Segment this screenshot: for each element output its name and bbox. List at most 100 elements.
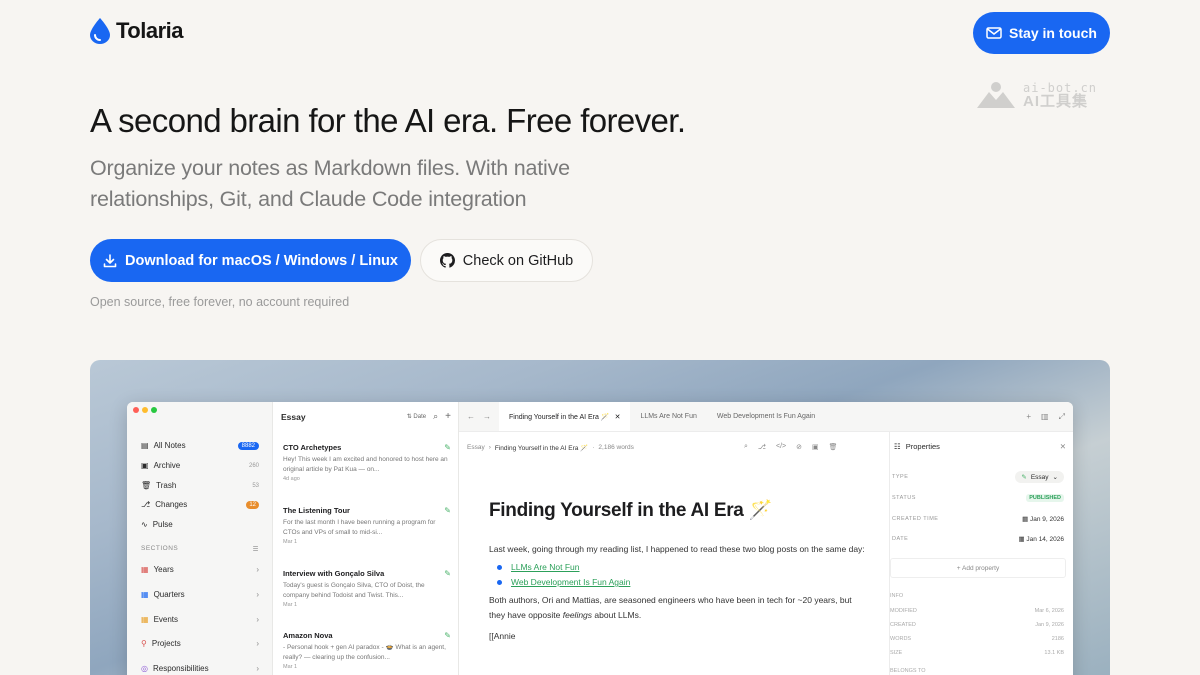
property-value: Jan 9, 2026 bbox=[1030, 516, 1064, 523]
link-icon[interactable]: ⊘ bbox=[796, 443, 802, 451]
mail-icon bbox=[986, 27, 1002, 39]
info-row: WORDS 2186 bbox=[890, 636, 1064, 642]
property-key: CREATED TIME bbox=[892, 516, 939, 522]
branch-icon[interactable]: ⎇ bbox=[758, 443, 766, 451]
wiki-link[interactable]: Web Development Is Fun Again bbox=[511, 575, 630, 590]
top-nav: Tolaria Stay in touch ai-bot.cn AI工具集 bbox=[0, 0, 1200, 109]
sidebar-item-all-notes[interactable]: ▤ All Notes 8882 bbox=[141, 441, 259, 450]
type-select[interactable]: ✎ Essay ⌄ bbox=[1015, 471, 1064, 483]
breadcrumb-separator: › bbox=[488, 444, 491, 451]
hero-headline: A second brain for the AI era. Free fore… bbox=[90, 102, 686, 139]
tab-label: Finding Yourself in the AI Era 🪄 bbox=[509, 413, 610, 421]
expand-icon[interactable]: ⤢ bbox=[1059, 412, 1065, 422]
target-icon: ◎ bbox=[141, 664, 148, 673]
sidebar-item-trash[interactable]: 🗑 Trash 53 bbox=[141, 481, 259, 490]
breadcrumb: Essay › Finding Yourself in the AI Era 🪄… bbox=[467, 444, 634, 452]
chevron-right-icon: › bbox=[256, 615, 259, 624]
property-date: DATE ▦ Jan 14, 2026 bbox=[892, 535, 1064, 543]
wiki-link[interactable]: LLMs Are Not Fun bbox=[511, 560, 580, 575]
forward-arrow-icon[interactable]: → bbox=[483, 412, 491, 421]
close-dot[interactable] bbox=[133, 407, 139, 413]
breadcrumb-root[interactable]: Essay bbox=[467, 444, 485, 452]
new-tab-icon[interactable]: + bbox=[1026, 412, 1031, 422]
paragraph: Last week, going through my reading list… bbox=[489, 544, 865, 554]
list-item: Web Development Is Fun Again bbox=[489, 575, 869, 590]
belongs-label: BELONGS TO bbox=[890, 668, 926, 674]
text-run: about LLMs. bbox=[592, 610, 642, 620]
note-date: Mar 1 bbox=[283, 664, 298, 670]
back-arrow-icon[interactable]: ← bbox=[467, 412, 475, 421]
github-button[interactable]: Check on GitHub bbox=[420, 239, 593, 282]
note-date: Mar 1 bbox=[283, 602, 298, 608]
count-badge: 8882 bbox=[237, 441, 259, 450]
sidebar-item-archive[interactable]: ▣ Archive 260 bbox=[141, 461, 259, 470]
code-icon[interactable]: </> bbox=[776, 443, 786, 451]
close-tab-icon[interactable]: ✕ bbox=[615, 413, 621, 421]
download-button[interactable]: Download for macOS / Windows / Linux bbox=[90, 239, 411, 282]
sidebar-item-years[interactable]: ▦ Years › bbox=[141, 565, 259, 574]
list-item[interactable]: Amazon Nova - Personal hook + gen AI par… bbox=[283, 631, 451, 670]
property-value-wrap[interactable]: ▦ Jan 9, 2026 bbox=[1022, 515, 1064, 523]
close-icon[interactable]: ✕ bbox=[1060, 442, 1066, 451]
bullet bbox=[497, 565, 502, 570]
property-type: TYPE ✎ Essay ⌄ bbox=[892, 471, 1064, 483]
layout-icon[interactable]: ▥ bbox=[1041, 412, 1049, 422]
search-icon[interactable]: ⌕ bbox=[433, 411, 438, 422]
list-item[interactable]: CTO Archetypes Hey! This week I am excit… bbox=[283, 443, 451, 482]
sidebar-item-projects[interactable]: ⚲ Projects › bbox=[141, 639, 259, 648]
paragraph: Both authors, Ori and Mattias, are seaso… bbox=[489, 593, 869, 623]
info-key: WORDS bbox=[890, 636, 912, 642]
trash-icon[interactable]: 🗑 bbox=[829, 443, 838, 451]
property-created-time: CREATED TIME ▦ Jan 9, 2026 bbox=[892, 515, 1064, 523]
add-property-button[interactable]: + Add property bbox=[890, 558, 1066, 578]
belongs-header: BELONGS TO bbox=[890, 668, 1064, 674]
zoom-dot[interactable] bbox=[151, 407, 157, 413]
add-note-icon[interactable]: + bbox=[445, 411, 451, 422]
note-date: 4d ago bbox=[283, 476, 300, 482]
document-title[interactable]: Finding Yourself in the AI Era 🪄 bbox=[489, 498, 772, 522]
sidebar-item-responsibilities[interactable]: ◎ Responsibilities › bbox=[141, 664, 259, 673]
tab-bar: ← → Finding Yourself in the AI Era 🪄 ✕ L… bbox=[459, 402, 1073, 432]
tab-llms-not-fun[interactable]: LLMs Are Not Fun bbox=[630, 402, 706, 431]
emphasis: feelings bbox=[562, 610, 593, 620]
watermark-line-2: AI工具集 bbox=[1023, 92, 1089, 110]
info-row: MODIFIED Mar 6, 2026 bbox=[890, 608, 1064, 614]
minimize-dot[interactable] bbox=[142, 407, 148, 413]
sidebar-item-label: Pulse bbox=[152, 520, 173, 529]
tab-finding-yourself[interactable]: Finding Yourself in the AI Era 🪄 ✕ bbox=[499, 402, 631, 431]
note-list-header: Essay ⇅ Date ⌕ + bbox=[281, 411, 451, 422]
stay-in-touch-button[interactable]: Stay in touch bbox=[973, 12, 1110, 54]
essay-icon: ✎ bbox=[444, 569, 451, 578]
sidebar-item-quarters[interactable]: ▦ Quarters › bbox=[141, 590, 259, 599]
sidebar-item-label: All Notes bbox=[153, 441, 186, 450]
info-value: Mar 6, 2026 bbox=[1034, 608, 1064, 614]
bullet bbox=[497, 580, 502, 585]
editor-toolbar: ⌕ ⎇ </> ⊘ ▣ 🗑 bbox=[744, 443, 838, 451]
chevron-down-icon: ⌄ bbox=[1052, 474, 1058, 481]
sidebar-item-changes[interactable]: ⎇ Changes 12 bbox=[141, 500, 259, 509]
sidebar-item-events[interactable]: ▦ Events › bbox=[141, 615, 259, 624]
status-badge[interactable]: PUBLISHED bbox=[1026, 494, 1064, 502]
watermark-logo-icon bbox=[977, 82, 1015, 108]
sort-button[interactable]: ⇅ Date bbox=[407, 413, 426, 420]
logo[interactable]: Tolaria bbox=[90, 18, 184, 44]
list-item[interactable]: The Listening Tour For the last month I … bbox=[283, 506, 451, 545]
list-item[interactable]: Interview with Gonçalo Silva Today's gue… bbox=[283, 569, 451, 608]
document-body[interactable]: Last week, going through my reading list… bbox=[489, 542, 869, 644]
archive-icon[interactable]: ▣ bbox=[812, 443, 819, 451]
filter-icon[interactable]: ☰ bbox=[253, 545, 259, 553]
search-icon[interactable]: ⌕ bbox=[744, 443, 748, 451]
sidebar-item-label: Projects bbox=[151, 639, 181, 648]
paragraph-cursor: [[Annie bbox=[489, 631, 516, 641]
essay-icon: ✎ bbox=[444, 506, 451, 515]
property-value-wrap[interactable]: ▦ Jan 14, 2026 bbox=[1018, 535, 1064, 543]
sidebar-item-pulse[interactable]: ∿ Pulse bbox=[141, 520, 259, 529]
essay-icon: ✎ bbox=[1021, 474, 1027, 481]
project-icon: ⚲ bbox=[141, 639, 147, 648]
notes-icon: ▤ bbox=[141, 441, 149, 450]
sidebar-item-label: Changes bbox=[155, 500, 188, 509]
property-key: DATE bbox=[892, 536, 909, 542]
info-key: MODIFIED bbox=[890, 608, 917, 614]
github-icon bbox=[439, 253, 455, 268]
tab-web-development[interactable]: Web Development Is Fun Again bbox=[707, 402, 825, 431]
